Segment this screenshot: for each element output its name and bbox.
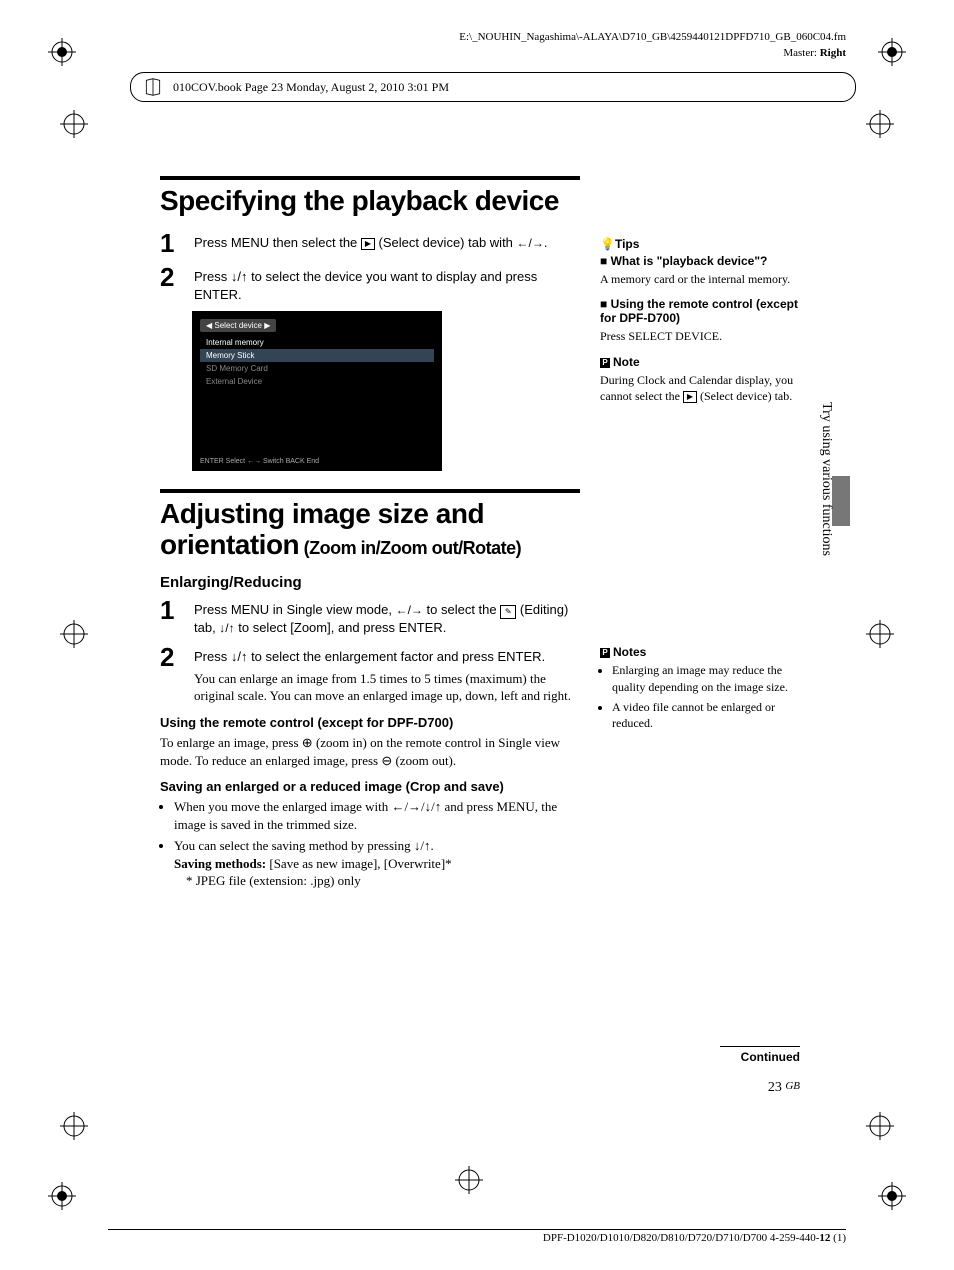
tip-body: Press SELECT DEVICE. — [600, 328, 800, 344]
device-screenshot: ◀ Select device ▶ Internal memory Memory… — [192, 311, 442, 471]
step-item: 2 Press ↓/↑ to select the device you wan… — [160, 264, 580, 303]
crosshair-icon — [866, 110, 894, 138]
footer-doc-id: DPF-D1020/D1010/D820/D810/D720/D710/D700… — [543, 1232, 846, 1244]
tips-heading: 💡Tips — [600, 236, 800, 252]
step-body: Press MENU in Single view mode, ←/→ to s… — [194, 597, 580, 637]
crop-mark-icon — [48, 38, 76, 66]
screenshot-footer: ENTER Select ←→ Switch BACK End — [200, 458, 319, 465]
footer-rule — [108, 1229, 846, 1230]
note-heading: PNote — [600, 354, 800, 370]
crosshair-icon — [60, 620, 88, 648]
tip-icon: 💡 — [600, 237, 615, 251]
master-value: Right — [820, 47, 846, 59]
step-number: 1 — [160, 597, 182, 637]
crosshair-icon — [455, 1166, 483, 1194]
crop-mark-icon — [878, 1182, 906, 1210]
section-thumb-tab — [832, 476, 850, 526]
page-number: 23 GB — [768, 1080, 800, 1096]
header-meta: E:\_NOUHIN_Nagashima\-ALAYA\D710_GB\4259… — [459, 30, 846, 61]
crosshair-icon — [60, 1112, 88, 1140]
screenshot-tab: ◀ Select device ▶ — [200, 319, 276, 332]
book-icon — [143, 77, 163, 97]
section-title-2: Adjusting image size and orientation (Zo… — [160, 489, 580, 559]
book-info-banner: 010COV.book Page 23 Monday, August 2, 20… — [130, 72, 856, 102]
section-title-1: Specifying the playback device — [160, 176, 580, 216]
tip-body: A memory card or the internal memory. — [600, 271, 800, 287]
note-body: During Clock and Calendar display, you c… — [600, 372, 800, 404]
notes-list: Enlarging an image may reduce the qualit… — [600, 662, 800, 731]
step-item: 1 Press MENU in Single view mode, ←/→ to… — [160, 597, 580, 637]
crop-mark-icon — [878, 38, 906, 66]
screenshot-row: Memory Stick — [200, 349, 434, 362]
step-note: You can enlarge an image from 1.5 times … — [194, 670, 580, 705]
master-label: Master: — [783, 47, 817, 59]
tip-subhead: Using the remote control (except for DPF… — [600, 297, 800, 326]
main-column: Specifying the playback device 1 Press M… — [160, 176, 580, 894]
page-content: Try using various functions Specifying t… — [160, 176, 800, 1116]
tip-subhead: What is "playback device"? — [600, 254, 800, 268]
crosshair-icon — [866, 620, 894, 648]
step-number: 2 — [160, 644, 182, 705]
vertical-section-label: Try using various functions — [818, 402, 834, 556]
list-item: Enlarging an image may reduce the qualit… — [612, 662, 800, 694]
list-item: You can select the saving method by pres… — [174, 837, 580, 890]
book-info-text: 010COV.book Page 23 Monday, August 2, 20… — [173, 80, 449, 95]
step-body: Press ↓/↑ to select the enlargement fact… — [194, 644, 580, 705]
list-item: When you move the enlarged image with ←/… — [174, 798, 580, 833]
step-item: 2 Press ↓/↑ to select the enlargement fa… — [160, 644, 580, 705]
editing-icon: ✎ — [500, 605, 516, 619]
crop-mark-icon — [48, 1182, 76, 1210]
list-item: A video file cannot be enlarged or reduc… — [612, 699, 800, 731]
continued-label: Continued — [720, 1046, 800, 1064]
step-body: Press MENU then select the ▶ (Select dev… — [194, 230, 580, 256]
footnote: * JPEG file (extension: .jpg) only — [174, 872, 580, 890]
file-path: E:\_NOUHIN_Nagashima\-ALAYA\D710_GB\4259… — [459, 30, 846, 44]
side-column: 💡Tips What is "playback device"? A memor… — [600, 176, 800, 894]
notes-heading: PNotes — [600, 644, 800, 660]
crosshair-icon — [866, 1112, 894, 1140]
play-icon: ▶ — [361, 238, 375, 250]
step-number: 1 — [160, 230, 182, 256]
screenshot-row: Internal memory — [200, 336, 434, 349]
save-list: When you move the enlarged image with ←/… — [160, 798, 580, 890]
save-heading: Saving an enlarged or a reduced image (C… — [160, 779, 580, 794]
step-item: 1 Press MENU then select the ▶ (Select d… — [160, 230, 580, 256]
sub-heading: Enlarging/Reducing — [160, 574, 580, 591]
step-body: Press ↓/↑ to select the device you want … — [194, 264, 580, 303]
screenshot-row: External Device — [200, 375, 434, 388]
play-icon: ▶ — [683, 391, 697, 403]
screenshot-row: SD Memory Card — [200, 362, 434, 375]
step-number: 2 — [160, 264, 182, 303]
remote-heading: Using the remote control (except for DPF… — [160, 715, 580, 730]
crosshair-icon — [60, 110, 88, 138]
remote-text: To enlarge an image, press ⊕ (zoom in) o… — [160, 734, 580, 769]
